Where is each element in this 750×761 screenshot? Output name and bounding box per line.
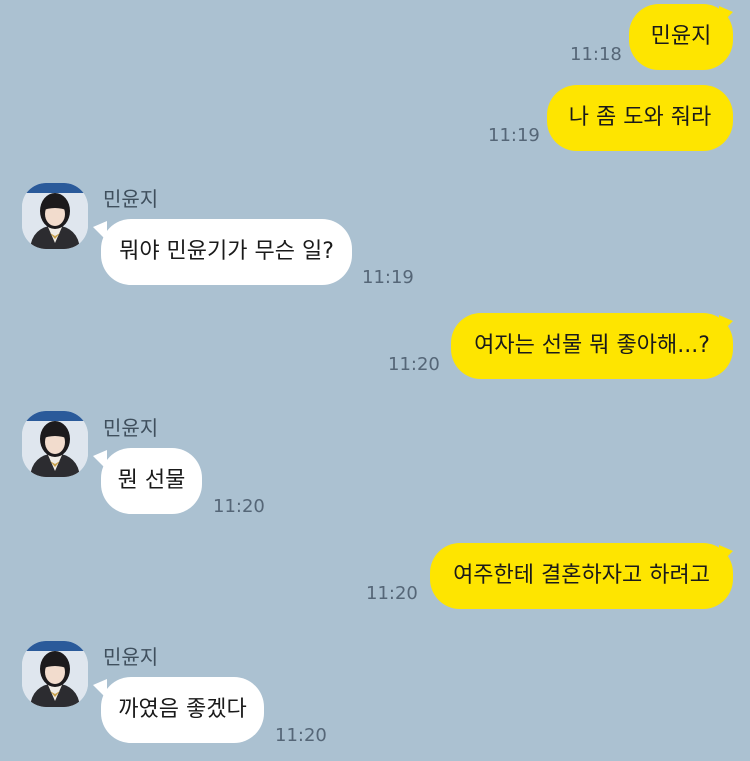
- message-time: 11:20: [388, 354, 440, 375]
- other-message-bubble[interactable]: 뭔 선물: [101, 448, 202, 514]
- message-text: 뭐야 민윤기가 무슨 일?: [119, 239, 334, 264]
- message-time: 11:20: [275, 725, 327, 746]
- message-time: 11:19: [488, 125, 540, 146]
- bubble-tail: [719, 6, 733, 26]
- sender-name: 민윤지: [103, 645, 159, 669]
- other-message-bubble[interactable]: 뭐야 민윤기가 무슨 일?: [101, 219, 352, 285]
- message-time: 11:20: [213, 496, 265, 517]
- bubble-tail: [719, 545, 733, 565]
- avatar-image: [22, 183, 88, 249]
- bubble-tail: [93, 679, 107, 699]
- message-text: 여주한테 결혼하자고 하려고: [453, 563, 710, 588]
- my-message-bubble[interactable]: 민윤지: [629, 4, 733, 70]
- bubble-tail: [719, 315, 733, 335]
- profile-avatar[interactable]: [22, 183, 88, 249]
- sender-name: 민윤지: [103, 187, 159, 211]
- my-message-bubble[interactable]: 나 좀 도와 줘라: [547, 85, 733, 151]
- message-text: 까였음 좋겠다: [118, 697, 247, 722]
- my-message-bubble[interactable]: 여자는 선물 뭐 좋아해...?: [451, 313, 733, 379]
- avatar-image: [22, 641, 88, 707]
- my-message-bubble[interactable]: 여주한테 결혼하자고 하려고: [430, 543, 733, 609]
- message-text: 민윤지: [650, 24, 712, 49]
- message-time: 11:19: [362, 267, 414, 288]
- other-message-bubble[interactable]: 까였음 좋겠다: [101, 677, 264, 743]
- sender-name: 민윤지: [103, 416, 159, 440]
- bubble-tail: [93, 221, 107, 241]
- bubble-tail: [93, 450, 107, 470]
- message-time: 11:18: [570, 44, 622, 65]
- message-text: 여자는 선물 뭐 좋아해...?: [474, 333, 710, 358]
- message-text: 나 좀 도와 줘라: [568, 105, 712, 130]
- message-text: 뭔 선물: [117, 468, 186, 493]
- profile-avatar[interactable]: [22, 641, 88, 707]
- avatar-image: [22, 411, 88, 477]
- message-time: 11:20: [366, 583, 418, 604]
- profile-avatar[interactable]: [22, 411, 88, 477]
